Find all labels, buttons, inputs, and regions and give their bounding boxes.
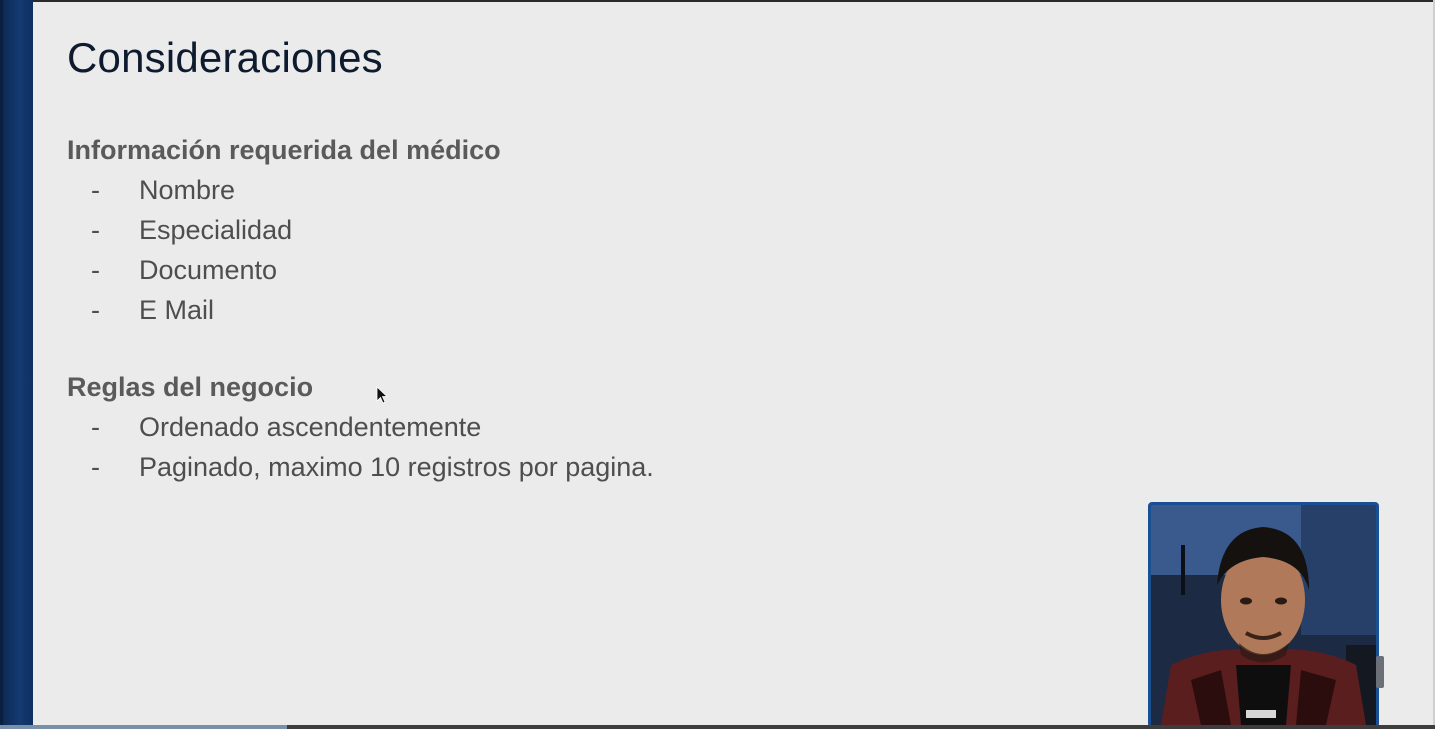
bullet-dash: - [91,452,100,482]
slide-title: Consideraciones [67,34,383,81]
list-item: - Especialidad [67,210,501,250]
list-item-label: Paginado, maximo 10 registros por pagina… [139,452,654,482]
bullet-dash: - [91,255,100,285]
bullet-dash: - [91,412,100,442]
list-item-label: Ordenado ascendentemente [139,412,482,442]
list-item-label: E Mail [139,295,215,325]
list-item: - Documento [67,250,501,290]
presentation-slide: Consideraciones Información requerida de… [0,0,1435,729]
presenter-video [1151,505,1376,725]
bullet-dash: - [91,175,100,205]
mouse-cursor-icon [376,386,388,404]
top-edge [0,0,1435,2]
webcam-overlay [1148,502,1379,728]
list-item-label: Nombre [139,175,236,205]
section-business-rules: Reglas del negocio - Ordenado ascendente… [67,367,654,487]
section-heading: Reglas del negocio [67,372,314,402]
section-required-info: Información requerida del médico - Nombr… [67,130,501,330]
list-item: - Ordenado ascendentemente [67,407,481,447]
bullet-dash: - [91,215,100,245]
list-item: - Paginado, maximo 10 registros por pagi… [67,447,654,487]
video-progress-fill [0,725,287,729]
list-item-label: Especialidad [139,215,293,245]
slide-accent-bar [0,0,33,729]
section-heading: Información requerida del médico [67,135,501,165]
webcam-resize-handle[interactable] [1376,656,1384,688]
list-item-label: Documento [139,255,278,285]
bullet-dash: - [91,295,100,325]
list-item: - Nombre [67,170,501,210]
list-item: - E Mail [67,290,501,330]
